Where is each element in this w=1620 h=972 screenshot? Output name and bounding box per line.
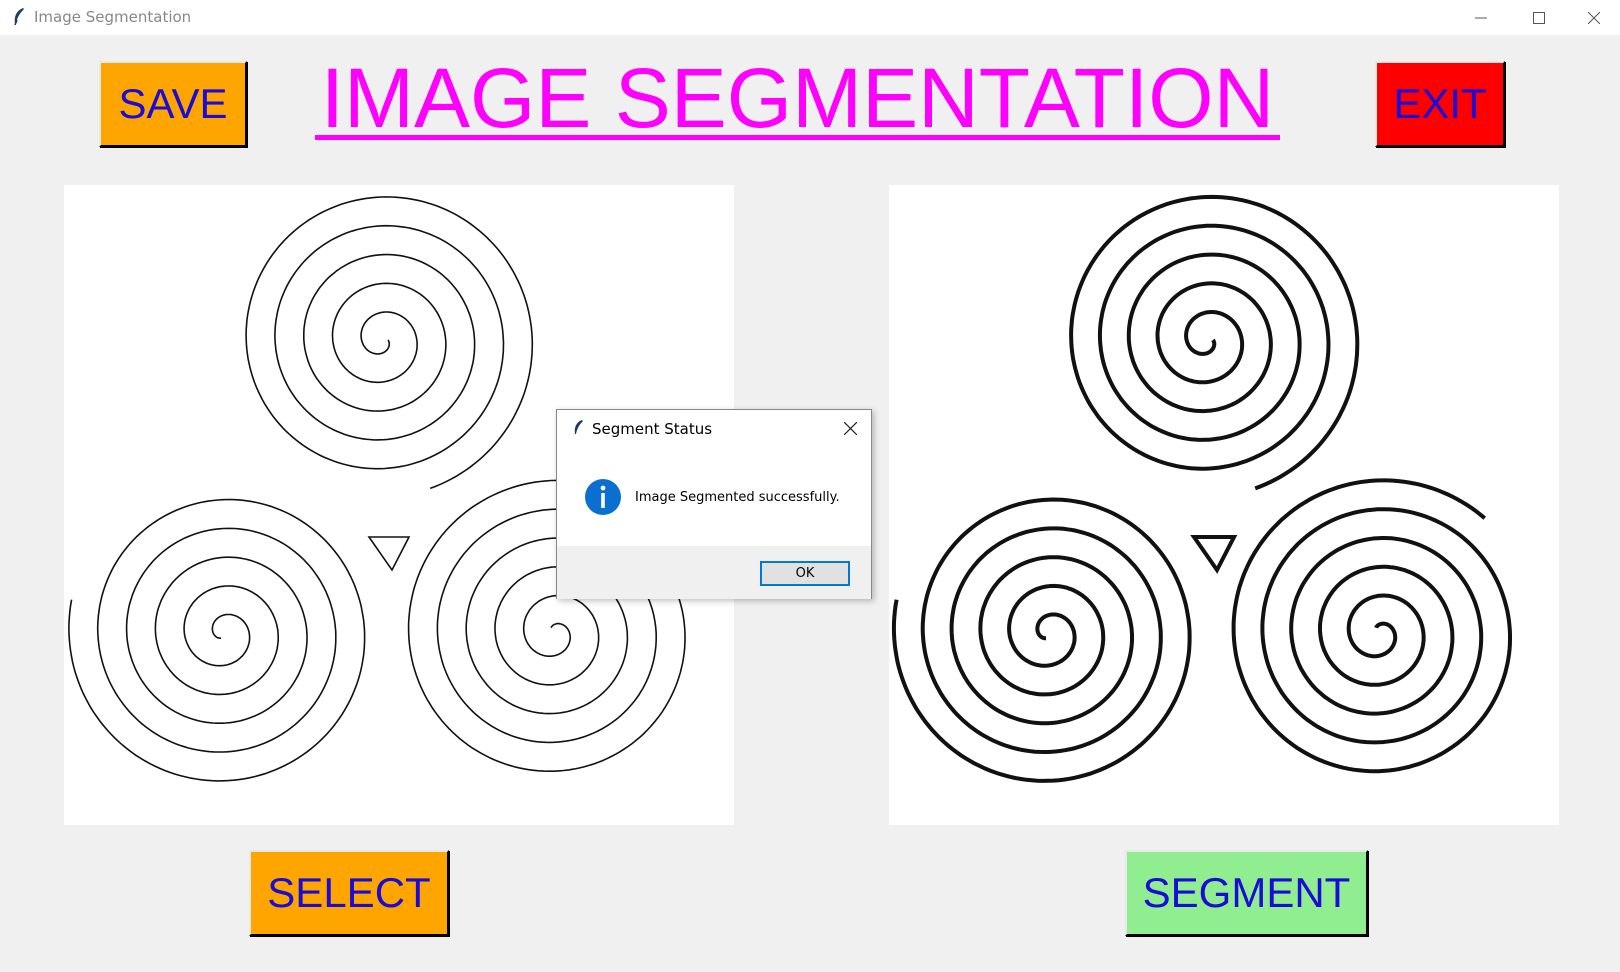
close-icon [1588,11,1600,24]
dialog-message: Image Segmented successfully. [635,490,840,505]
spiral-top [245,196,534,490]
minimize-icon [1475,17,1487,18]
select-button[interactable]: SELECT [249,850,449,936]
dialog-title: Segment Status [592,420,713,438]
close-button[interactable] [1565,0,1620,35]
save-button[interactable]: SAVE [99,61,247,147]
exit-button[interactable]: EXIT [1375,61,1505,147]
page-title: IMAGE SEGMENTATION [320,51,1275,145]
feather-icon [574,420,583,434]
segmented-image [891,194,1512,783]
spiral-right [1231,478,1512,774]
ok-button[interactable]: OK [760,561,850,586]
close-icon [843,421,857,435]
spiral-left [68,498,366,782]
info-icon [585,479,621,515]
dialog-close-button[interactable] [837,416,863,440]
segment-button[interactable]: SEGMENT [1125,850,1368,936]
segmented-image-panel [889,185,1559,825]
window-title: Image Segmentation [34,8,192,26]
minimize-button[interactable] [1452,0,1510,35]
maximize-button[interactable] [1510,0,1568,35]
window-titlebar: Image Segmentation [0,0,1620,35]
center-triangle [1190,535,1238,574]
spiral-top [1069,194,1360,491]
segment-status-dialog: Segment Status Image Segmented successfu… [556,409,872,599]
maximize-icon [1533,11,1545,24]
spiral-left [891,497,1192,783]
title-underline [315,135,1280,140]
feather-icon [14,8,24,26]
center-triangle [367,536,411,572]
